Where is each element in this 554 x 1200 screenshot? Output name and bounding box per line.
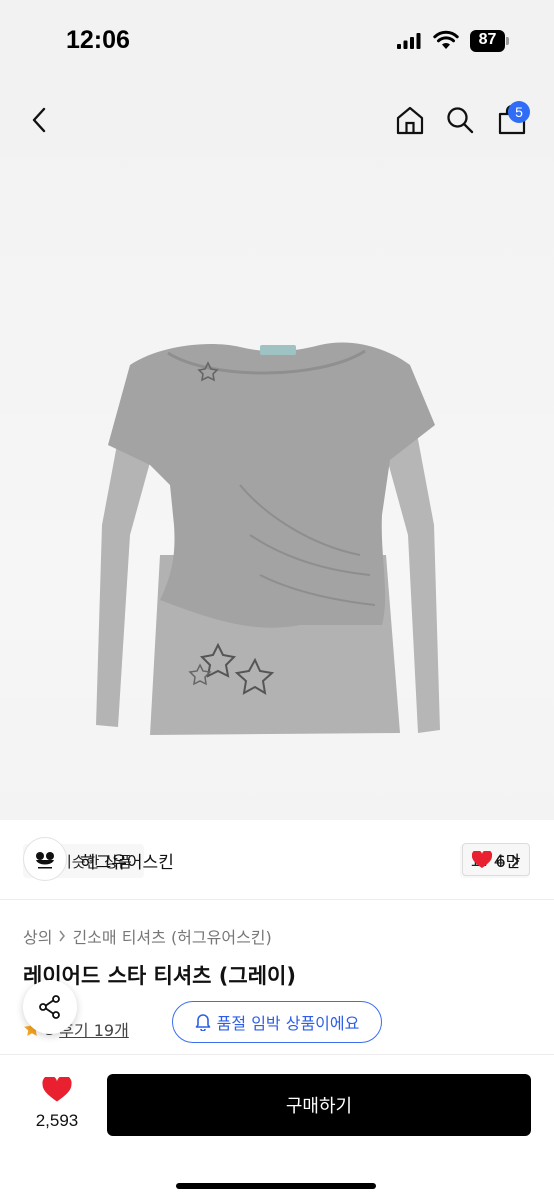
bottom-purchase-bar: 2,593 구매하기 [0, 1054, 554, 1200]
brand-like-count: 6만 [495, 851, 521, 871]
bell-icon [195, 1014, 210, 1031]
home-indicator [176, 1183, 376, 1189]
heart-icon [42, 1075, 72, 1102]
product-image-gallery[interactable]: 비슷한 상품 1 / 4 [0, 80, 554, 878]
breadcrumb: 상의 긴소매 티셔츠 (허그유어스킨) [23, 924, 272, 948]
wishlist-button[interactable]: 2,593 [28, 1075, 86, 1131]
share-button[interactable] [23, 980, 77, 1034]
low-stock-notice[interactable]: 품절 임박 상품이에요 [172, 1001, 382, 1043]
signal-icon [397, 33, 421, 49]
chevron-right-icon [59, 930, 66, 942]
back-button[interactable] [20, 100, 60, 140]
battery-icon: 87 [470, 30, 510, 52]
breadcrumb-item[interactable]: 긴소매 티셔츠 (허그유어스킨) [72, 924, 271, 948]
wishlist-count: 2,593 [35, 1111, 79, 1130]
product-photo [96, 342, 440, 735]
status-time: 12:06 [66, 26, 130, 54]
wifi-icon [433, 30, 459, 49]
home-button[interactable] [390, 100, 430, 140]
back-icon [32, 107, 46, 133]
buy-button[interactable]: 구매하기 [107, 1074, 531, 1136]
brand-name[interactable]: 허그유어스킨 [80, 848, 174, 873]
breadcrumb-item[interactable]: 상의 [23, 924, 52, 948]
brand-logo[interactable] [23, 837, 67, 881]
brand-row[interactable]: 허그유어스킨 6만 [0, 820, 554, 900]
share-icon [39, 995, 60, 1019]
search-icon [447, 107, 474, 134]
low-stock-label: 품절 임박 상품이에요 [216, 1014, 360, 1033]
battery-level: 87 [478, 31, 497, 48]
home-icon [396, 106, 424, 135]
brand-logo-image [36, 852, 54, 869]
search-button[interactable] [440, 100, 480, 140]
brand-like-button[interactable]: 6만 [462, 843, 530, 876]
status-bar: 12:06 87 [0, 0, 554, 80]
cart-badge: 5 [508, 101, 530, 123]
heart-icon [471, 850, 492, 868]
